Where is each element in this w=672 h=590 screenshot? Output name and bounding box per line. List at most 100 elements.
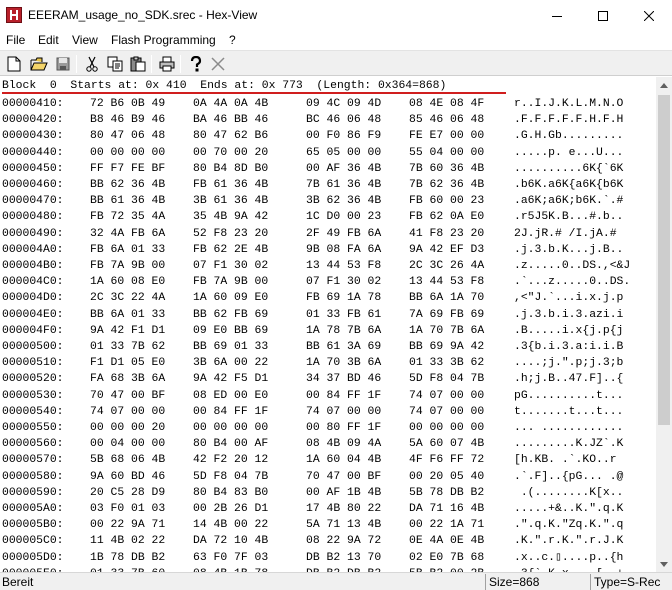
copy-button[interactable]: [105, 54, 125, 74]
address-cell: 00000550:: [2, 422, 64, 434]
hex-bytes-group: 09 E0 BB 69: [193, 324, 269, 337]
ascii-cell: .z.....0..DS.,<&J: [514, 260, 631, 272]
hex-bytes-group: FE E7 00 00: [409, 130, 485, 143]
paste-button[interactable]: [128, 54, 148, 74]
hex-bytes-group: 0A 4A 0A 4B: [193, 98, 269, 110]
hex-bytes-group: 1A 70 3B 6A: [306, 357, 382, 370]
open-folder-icon: [30, 57, 48, 71]
copy-icon: [107, 56, 123, 72]
toolbar-separator: [76, 55, 77, 73]
hex-bytes-group: 08 4B 09 4A: [306, 438, 382, 451]
hex-bytes-group: 01 33 3B 62: [409, 357, 485, 370]
address-cell: 00000450:: [2, 162, 64, 175]
hex-bytes-group: FB 60 00 23: [409, 195, 485, 208]
ascii-cell: ..........6K{`6K: [514, 162, 624, 175]
address-cell: 00000460:: [2, 179, 64, 191]
hex-bytes-group: 80 B4 8D B0: [193, 162, 269, 175]
menu-flash-programming[interactable]: Flash Programming: [111, 33, 216, 47]
hex-bytes-group: 02 E0 7B 68: [409, 551, 485, 564]
ascii-cell: .r5J5K.B...#.b..: [514, 211, 624, 224]
hex-bytes-group: 5B 68 06 4B: [90, 454, 166, 467]
hex-view[interactable]: Block 0 Starts at: 0x 410 Ends at: 0x 77…: [0, 77, 656, 572]
block-header: Block 0 Starts at: 0x 410 Ends at: 0x 77…: [2, 80, 447, 92]
app-icon: [6, 7, 22, 23]
ascii-cell: .....+&..K.".q.K: [514, 503, 624, 515]
minimize-button[interactable]: [534, 0, 580, 30]
hex-bytes-group: 5D F8 04 7B: [409, 373, 485, 386]
hex-bytes-group: 72 B6 0B 49: [90, 98, 166, 110]
scroll-down-button[interactable]: [656, 556, 672, 572]
hex-bytes-group: DB B2 13 70: [306, 551, 382, 564]
address-cell: 00000470:: [2, 195, 64, 208]
toolbar-separator: [151, 55, 152, 73]
hex-bytes-group: DA 72 10 4B: [193, 535, 269, 548]
vertical-scrollbar[interactable]: [656, 77, 672, 572]
status-bar: Bereit Size=868 Type=S-Rec: [0, 572, 672, 590]
menu-edit[interactable]: Edit: [38, 33, 59, 47]
ascii-cell: .G.H.Gb.........: [514, 130, 624, 143]
hex-bytes-group: 3B 62 36 4B: [306, 195, 382, 208]
hex-bytes-group: 9A 60 BD 46: [90, 470, 166, 483]
open-button[interactable]: [29, 54, 49, 74]
scroll-up-button[interactable]: [656, 77, 672, 93]
hex-bytes-group: 13 44 53 F8: [306, 260, 382, 272]
menu-view[interactable]: View: [72, 33, 98, 47]
save-button[interactable]: [53, 54, 73, 74]
hex-bytes-group: 35 4B 9A 42: [193, 211, 269, 224]
close-window-button[interactable]: [626, 0, 672, 30]
ascii-cell: .j.3.b.K...j.B..: [514, 243, 624, 256]
hex-bytes-group: BB 61 3A 69: [306, 341, 382, 353]
hex-bytes-group: 08 4E 08 4F: [409, 98, 485, 110]
chevron-up-icon: [660, 82, 668, 88]
ascii-cell: .".q.K."Zq.K.".q: [514, 519, 624, 532]
ascii-cell: .........K.JZ`.K: [514, 438, 624, 451]
hex-bytes-group: BB 6A 1A 70: [409, 292, 485, 305]
maximize-icon: [598, 11, 608, 22]
hex-bytes-group: 5B 78 DB B2: [409, 486, 485, 499]
status-type: Type=S-Rec: [594, 575, 661, 589]
toolbar-separator: [180, 55, 181, 73]
hex-bytes-group: 03 F0 01 03: [90, 503, 166, 515]
hex-bytes-group: 1A 70 7B 6A: [409, 324, 485, 337]
window-title: EEERAM_usage_no_SDK.srec - Hex-View: [28, 8, 258, 22]
ascii-cell: .`...z.....0..DS.: [514, 276, 631, 289]
hex-bytes-group: 00 70 00 20: [193, 146, 269, 159]
status-text: Bereit: [2, 575, 34, 589]
ascii-cell: t.......t...t...: [514, 405, 624, 418]
address-cell: 000005A0:: [2, 503, 64, 515]
scroll-thumb[interactable]: [658, 95, 670, 425]
address-cell: 000004A0:: [2, 243, 64, 256]
new-file-button[interactable]: [4, 54, 24, 74]
close-icon: [211, 57, 225, 71]
status-divider: [590, 574, 591, 590]
close-icon: [643, 10, 655, 22]
hex-bytes-group: 42 F2 20 12: [193, 454, 269, 467]
menu-help[interactable]: ?: [229, 33, 236, 47]
hex-bytes-group: 2C 3C 26 4A: [409, 260, 485, 272]
hex-bytes-group: 00 04 00 00: [90, 438, 166, 451]
cut-button[interactable]: [82, 54, 102, 74]
address-cell: 00000480:: [2, 211, 64, 224]
address-cell: 000005C0:: [2, 535, 64, 548]
hex-bytes-group: 00 20 05 40: [409, 470, 485, 483]
address-cell: 00000420:: [2, 114, 64, 127]
ascii-cell: ,<"J.`...i.x.j.p: [514, 292, 624, 305]
hex-bytes-group: 0E 4A 0E 4B: [409, 535, 485, 548]
hex-bytes-group: 9A 42 F1 D1: [90, 324, 166, 337]
hex-bytes-group: 17 4B 80 22: [306, 503, 382, 515]
hex-bytes-group: 00 F0 86 F9: [306, 130, 382, 143]
hex-bytes-group: 00 AF 36 4B: [306, 162, 382, 175]
hex-bytes-group: 74 07 00 00: [90, 405, 166, 418]
help-button[interactable]: [186, 54, 206, 74]
print-button[interactable]: [157, 54, 177, 74]
close-file-button[interactable]: [208, 54, 228, 74]
hex-bytes-group: 7B 60 36 4B: [409, 162, 485, 175]
new-file-icon: [7, 56, 21, 72]
maximize-button[interactable]: [580, 0, 626, 30]
hex-bytes-group: 7A 69 FB 69: [409, 308, 485, 321]
ascii-cell: [h.KB. .`.KO..r: [514, 454, 617, 467]
cut-icon: [86, 56, 98, 72]
hex-bytes-group: 1A 78 7B 6A: [306, 324, 382, 337]
hex-bytes-group: FB 6A 01 33: [90, 243, 166, 256]
menu-file[interactable]: File: [6, 33, 25, 47]
